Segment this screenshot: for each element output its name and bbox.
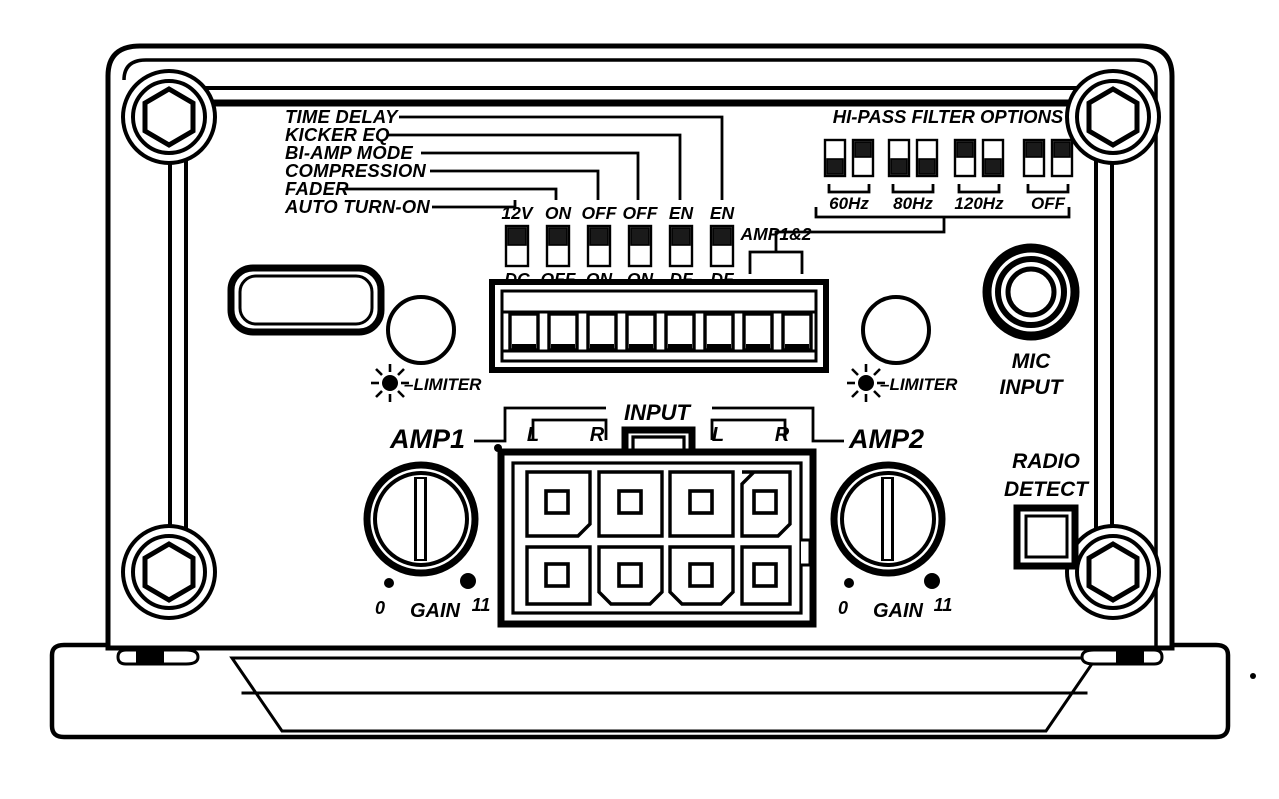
amplifier-diagram: TIME DELAY KICKER EQ BI-AMP MODE COMPRES…: [0, 0, 1279, 799]
radio-detect-label-line2: DETECT: [1004, 478, 1090, 501]
mic-input-jack[interactable]: [982, 243, 1080, 341]
amp2-gain-knob[interactable]: [830, 461, 946, 577]
stand-screw-slot-right: [1080, 648, 1164, 666]
amp1-gain-min-dot: [384, 578, 394, 588]
switch-top-label-5: EN: [669, 203, 694, 223]
switch-top-label-6: EN: [710, 203, 735, 223]
mounting-stand: [49, 642, 1256, 740]
hipass-80hz-label: 80Hz: [893, 194, 933, 213]
speaker-terminal-block[interactable]: [489, 279, 829, 373]
connector-pin: [597, 545, 664, 606]
amp2-channel-r: R: [775, 424, 790, 446]
hipass-title: HI-PASS FILTER OPTIONS: [833, 106, 1064, 127]
switch-top-label-1: 12V: [501, 203, 533, 223]
terminal-slot: [781, 312, 813, 352]
amp1-channel-l: L: [527, 424, 539, 446]
radio-detect-button[interactable]: [1013, 504, 1079, 570]
amp2-indicator-hole: [861, 295, 931, 365]
amp2-gain-max-dot: [924, 573, 940, 589]
amp2-gain-min-label: 0: [838, 598, 848, 618]
hipass-off-label: OFF: [1031, 194, 1066, 213]
amp1-gain-label: GAIN: [410, 600, 461, 622]
hipass-60hz-label: 60Hz: [829, 194, 869, 213]
amp1-indicator-hole: [386, 295, 456, 365]
terminal-slot: [508, 312, 540, 352]
corner-bolt-bottom-left: [121, 524, 217, 620]
terminal-slot: [586, 312, 618, 352]
connector-pin-row-top: [525, 470, 792, 538]
connector-pin: [740, 470, 792, 538]
amp1-label: AMP1: [389, 424, 465, 454]
switch-kicker-eq[interactable]: EN DF: [668, 203, 694, 289]
connector-pin: [668, 470, 735, 538]
terminal-slot: [742, 312, 774, 352]
amp1-channel-r: R: [590, 424, 605, 446]
amp1-gain-knob[interactable]: [363, 461, 479, 577]
corner-bolt-top-left: [121, 69, 217, 165]
input-harness-connector[interactable]: [497, 426, 817, 628]
hipass-120hz-label: 120Hz: [954, 194, 1004, 213]
mic-input-label-line2: INPUT: [1000, 376, 1065, 399]
connector-pin: [597, 470, 664, 538]
left-rounded-recess: [227, 264, 385, 336]
amp1-gain-min-label: 0: [375, 598, 385, 618]
connector-pin: [525, 470, 592, 538]
amp1-gain-max-dot: [460, 573, 476, 589]
mic-input-label-line1: MIC: [1012, 350, 1051, 373]
connector-corner-dot: [494, 444, 502, 452]
connector-pin: [740, 545, 792, 606]
switch-top-label-4: OFF: [623, 203, 659, 223]
terminal-slot: [547, 312, 579, 352]
terminal-slot: [664, 312, 696, 352]
stand-screw-slot-left: [116, 648, 200, 666]
amp2-limiter-label: –LIMITER: [880, 375, 958, 394]
corner-bolt-bottom-right: [1065, 524, 1161, 620]
amplifier-faceplate-drawing: TIME DELAY KICKER EQ BI-AMP MODE COMPRES…: [49, 43, 1256, 740]
radio-detect-label-line1: RADIO: [1012, 450, 1080, 473]
amp1-limiter-label: –LIMITER: [404, 375, 482, 394]
connector-pin: [668, 545, 735, 606]
connector-pin-row-bottom: [525, 545, 792, 606]
amp1-gain-max-label: 11: [472, 595, 491, 615]
switch-time-delay[interactable]: EN DF: [709, 203, 735, 289]
terminal-slot: [703, 312, 735, 352]
amp2-gain-label: GAIN: [873, 600, 924, 622]
amp2-gain-min-dot: [844, 578, 854, 588]
amp2-gain-max-label: 11: [934, 595, 953, 615]
amp2-label: AMP2: [848, 424, 924, 454]
switch-top-label-3: OFF: [582, 203, 618, 223]
switch-top-label-2: ON: [545, 203, 572, 223]
terminal-slot: [625, 312, 657, 352]
corner-bolt-top-right: [1065, 69, 1161, 165]
amp2-channel-l: L: [712, 424, 724, 446]
switch-auto-turn-on[interactable]: 12V DC: [501, 203, 533, 289]
connector-pin: [525, 545, 592, 606]
amp1and2-label: AMP1&2: [740, 224, 812, 244]
input-connector-label: INPUT: [624, 400, 692, 425]
label-auto-turn-on: AUTO TURN-ON: [284, 196, 430, 217]
